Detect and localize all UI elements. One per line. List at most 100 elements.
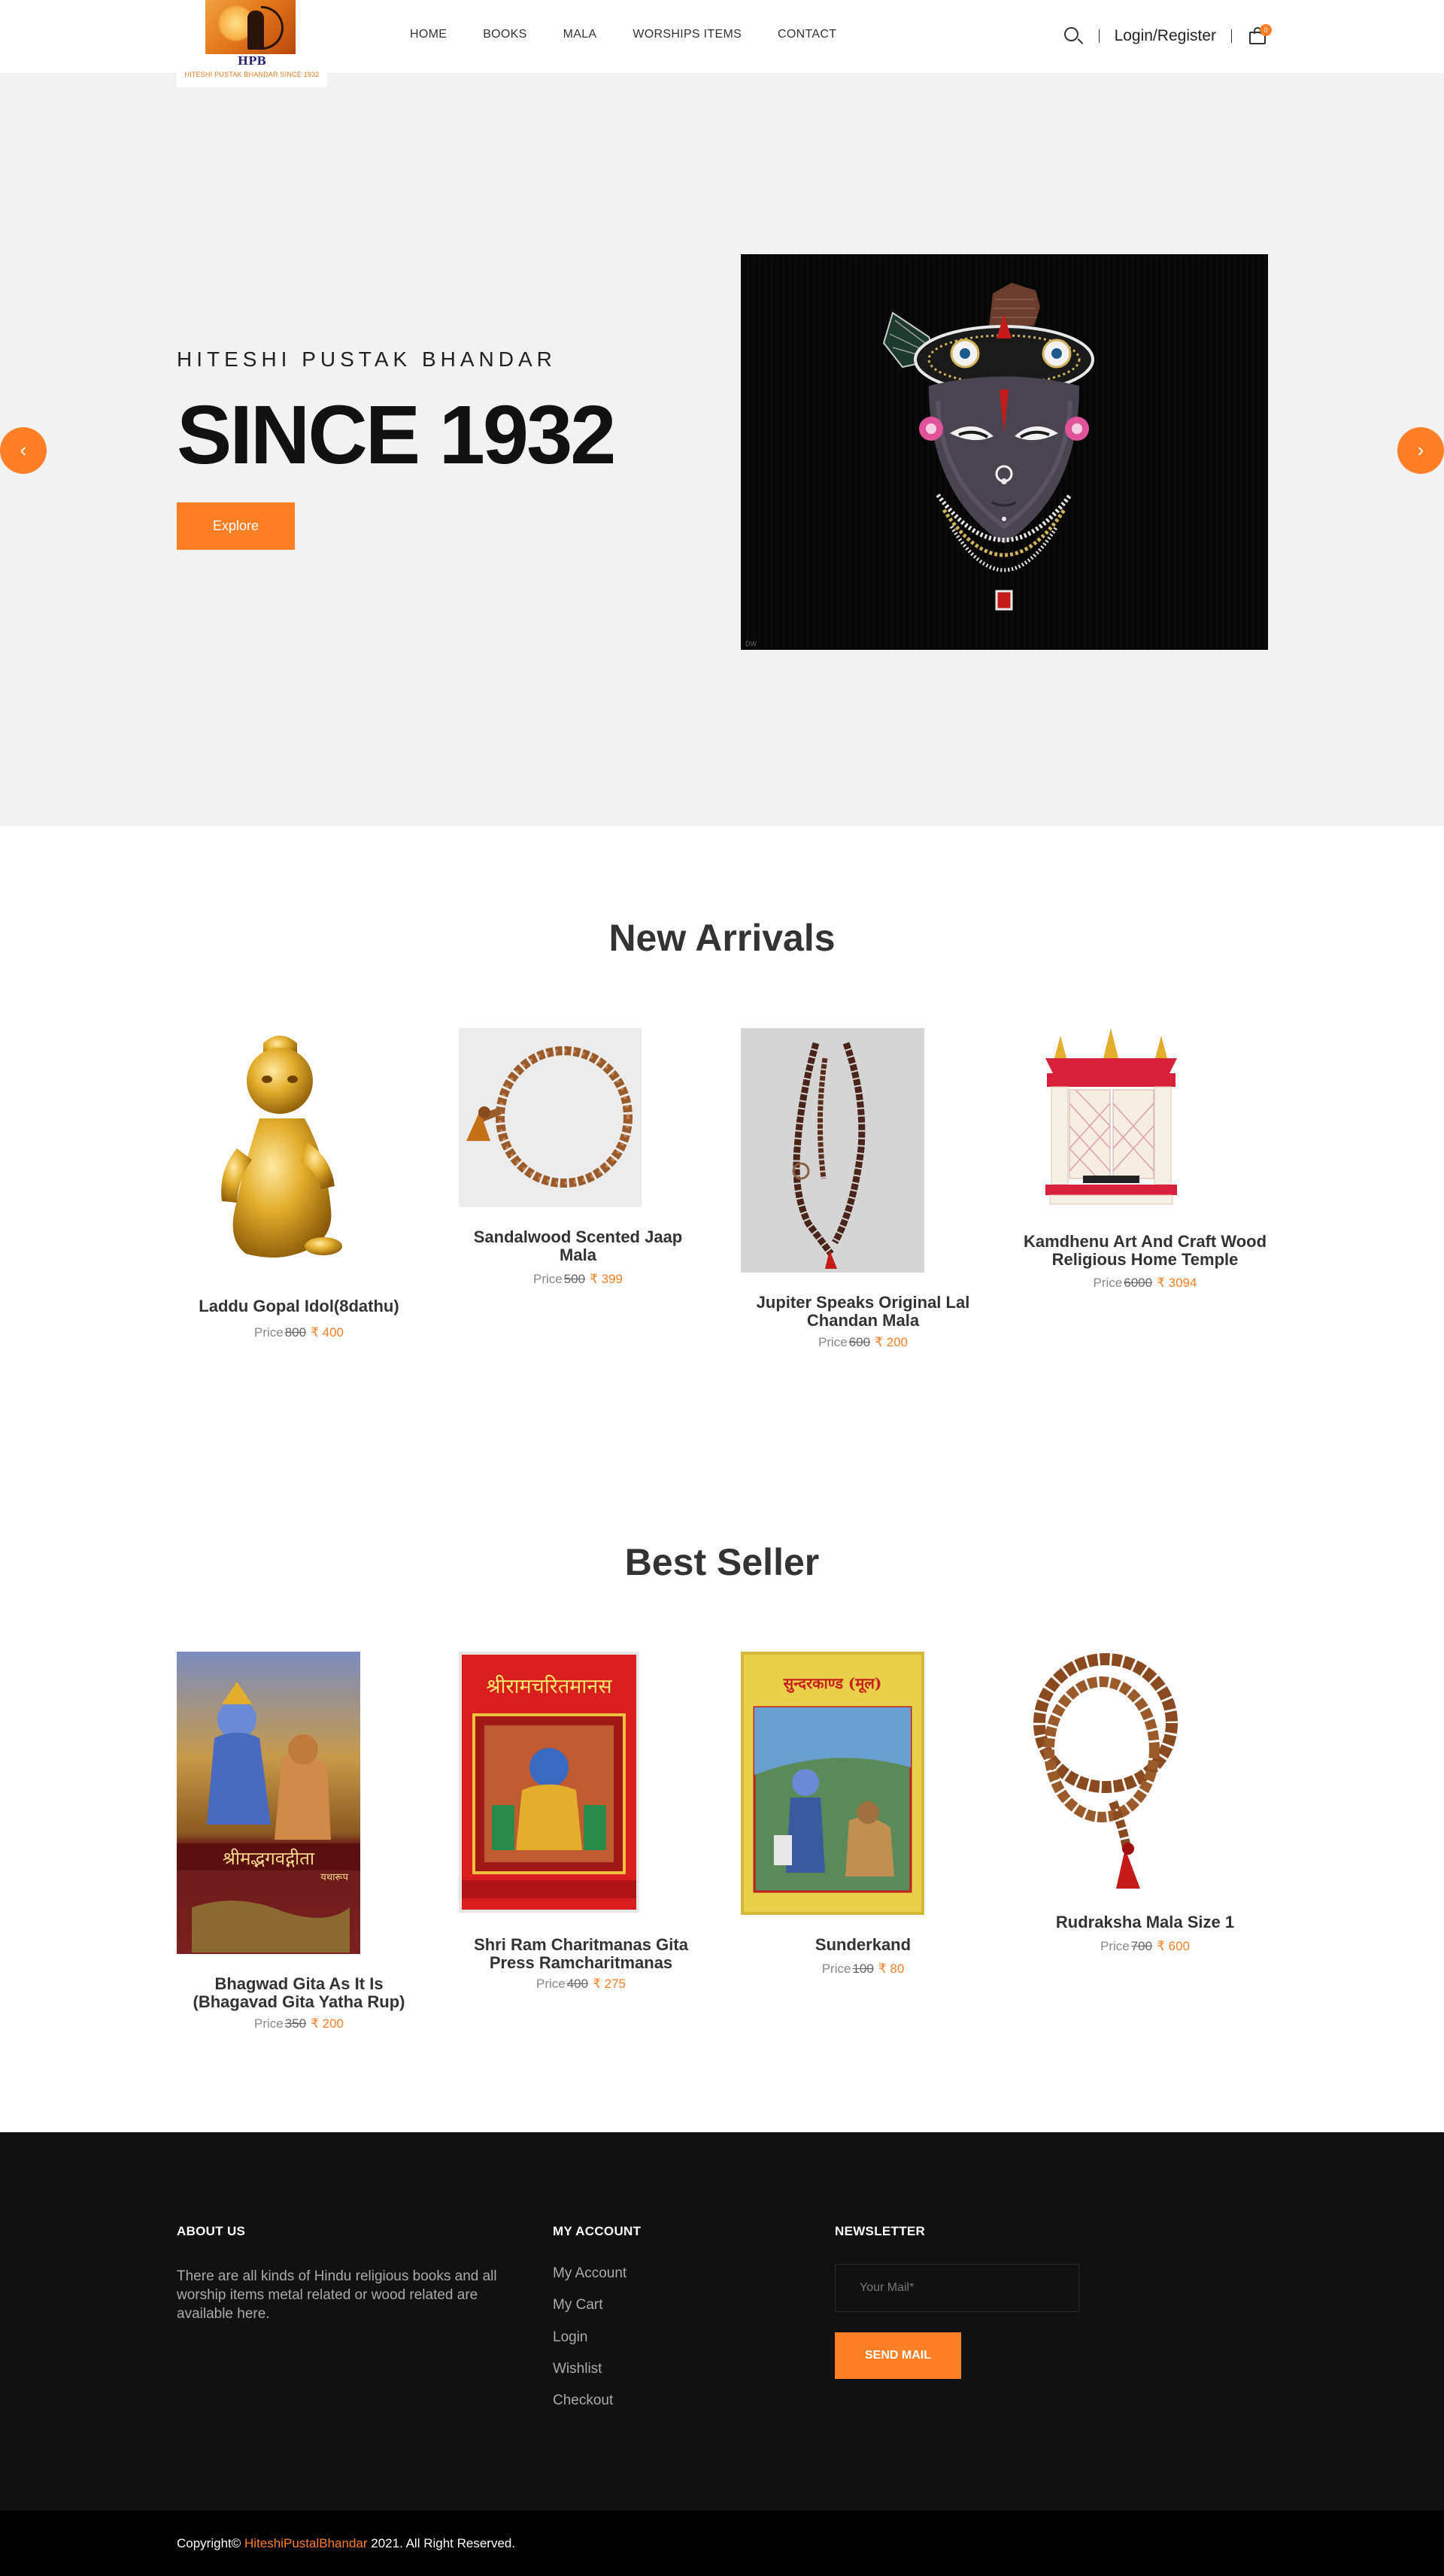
nav-home[interactable]: HOME <box>410 28 447 41</box>
book-subtitle: यथारूप <box>320 1872 348 1883</box>
copyright-brand-link[interactable]: HiteshiPustalBhandar <box>244 2536 367 2550</box>
logo-image <box>205 0 296 54</box>
nav-worships-items[interactable]: WORSHIPS ITEMS <box>633 28 742 41</box>
price-label: Price <box>1093 1276 1123 1290</box>
product-name[interactable]: Jupiter Speaks Original Lal Chandan Mala <box>741 1294 985 1330</box>
product-image[interactable]: श्रीरामचरितमानस <box>459 1652 639 1913</box>
product-image[interactable] <box>741 1028 924 1273</box>
footer-about-text: There are all kinds of Hindu religious b… <box>177 2268 497 2322</box>
product-price: Price 100 ₹ 80 <box>741 1962 985 1977</box>
product-image[interactable]: सुन्दरकाण्ड (मूल) <box>741 1652 924 1915</box>
product-price: Price 500 ₹ 399 <box>456 1272 700 1287</box>
section-title-new-arrivals: New Arrivals <box>608 917 836 959</box>
nav-mala[interactable]: MALA <box>563 28 597 41</box>
old-price: 400 <box>566 1977 589 1991</box>
send-mail-button[interactable]: SEND MAIL <box>835 2332 961 2379</box>
product-price: Price 350 ₹ 200 <box>177 2016 421 2031</box>
product-price: Price 700 ₹ 600 <box>1023 1939 1267 1954</box>
book-title: सुन्दरकाण्ड (मूल) <box>783 1674 882 1692</box>
hero-image: DW <box>741 254 1268 650</box>
old-price: 600 <box>848 1335 871 1349</box>
footer-link-my-cart[interactable]: My Cart <box>553 2297 603 2314</box>
nav-contact[interactable]: CONTACT <box>778 28 836 41</box>
price-label: Price <box>818 1335 848 1349</box>
product-image[interactable] <box>1023 1652 1196 1892</box>
product-name[interactable]: Sunderkand <box>741 1936 985 1954</box>
product-image[interactable]: श्रीमद्भगवद्गीता यथारूप <box>177 1652 360 1954</box>
footer-link-wishlist[interactable]: Wishlist <box>553 2361 602 2377</box>
product-card[interactable]: Rudraksha Mala Size 1 Price 700 ₹ 600 <box>1023 1652 1267 1968</box>
product-name[interactable]: Shri Ram Charitmanas Gita Press Ramchari… <box>459 1936 703 1972</box>
new-price: ₹ 275 <box>593 1977 626 1991</box>
product-card[interactable]: Sandalwood Scented Jaap Mala Price 500 ₹ 3… <box>456 1028 703 1286</box>
product-name[interactable]: Rudraksha Mala Size 1 <box>1023 1913 1267 1931</box>
footer-link-checkout[interactable]: Checkout <box>553 2392 613 2409</box>
footer-link-my-account[interactable]: My Account <box>553 2265 626 2282</box>
footer-newsletter-heading: NEWSLETTER <box>835 2224 926 2238</box>
footer-about-heading: ABOUT US <box>177 2224 246 2238</box>
new-price: ₹ 200 <box>311 2016 344 2031</box>
login-register-link[interactable]: Login/Register <box>1115 27 1216 45</box>
logo[interactable]: HPB HITESHI PUSTAK BHANDAR SINCE 1932 <box>177 0 327 87</box>
image-watermark: DW <box>745 640 757 648</box>
book-title: श्रीमद्भगवद्गीता <box>222 1848 315 1869</box>
product-name[interactable]: Laddu Gopal Idol(8dathu) <box>177 1297 421 1315</box>
divider <box>1231 29 1232 43</box>
new-price: ₹ 80 <box>878 1962 905 1976</box>
product-card[interactable]: Laddu Gopal Idol(8dathu) Price 800 ₹ 400 <box>177 1028 421 1352</box>
newsletter-email-input[interactable] <box>835 2264 1079 2312</box>
product-image[interactable] <box>192 1028 369 1273</box>
cart-count-badge: 0 <box>1260 24 1272 36</box>
new-price: ₹ 200 <box>875 1335 908 1349</box>
section-title-best-seller: Best Seller <box>624 1541 820 1583</box>
product-price: Price 400 ₹ 275 <box>459 1977 703 1992</box>
explore-button[interactable]: Explore <box>177 502 295 550</box>
product-image[interactable] <box>1030 1028 1192 1212</box>
book-title: श्रीरामचरितमानस <box>486 1675 612 1698</box>
product-name[interactable]: Sandalwood Scented Jaap Mala <box>456 1228 700 1264</box>
copyright-bar: Copyright© HiteshiPustalBhandar 2021. Al… <box>0 2511 1444 2576</box>
product-card[interactable]: श्रीमद्भगवद्गीता यथारूप Bhagwad Gita As … <box>177 1652 421 2043</box>
new-price: ₹ 600 <box>1157 1939 1190 1953</box>
divider <box>1098 29 1100 43</box>
copyright-prefix: Copyright© <box>177 2536 241 2550</box>
logo-tagline: HITESHI PUSTAK BHANDAR SINCE 1932 <box>184 71 320 78</box>
old-price: 700 <box>1130 1939 1153 1953</box>
product-image[interactable] <box>459 1028 642 1207</box>
nav-books[interactable]: BOOKS <box>483 28 526 41</box>
slider-prev-arrow[interactable]: ‹ <box>0 427 47 474</box>
price-label: Price <box>821 1962 851 1976</box>
new-price: ₹ 399 <box>590 1272 623 1286</box>
product-name[interactable]: Kamdhenu Art And Craft Wood Religious Ho… <box>1023 1233 1267 1269</box>
new-price: ₹ 3094 <box>1157 1276 1197 1290</box>
product-name[interactable]: Bhagwad Gita As It Is (Bhagavad Gita Yat… <box>177 1975 421 2011</box>
cart-icon[interactable]: 0 <box>1247 24 1272 47</box>
product-card[interactable]: Kamdhenu Art And Craft Wood Religious Ho… <box>1023 1028 1267 1299</box>
hero-slider: HITESHI PUSTAK BHANDAR SINCE 1932 Explor… <box>0 74 1444 826</box>
old-price: 350 <box>284 2016 307 2031</box>
product-card[interactable]: Jupiter Speaks Original Lal Chandan Mala… <box>741 1028 985 1359</box>
header-actions: Login/Register 0 <box>1063 23 1272 50</box>
main-nav: HOME BOOKS MALA WORSHIPS ITEMS CONTACT <box>410 28 872 41</box>
product-card[interactable]: श्रीरामचरितमानस Shri Ram Charitmanas Git… <box>459 1652 703 2005</box>
price-label: Price <box>532 1272 563 1286</box>
footer-link-login[interactable]: Login <box>553 2329 588 2346</box>
search-icon[interactable] <box>1063 26 1084 47</box>
old-price: 6000 <box>1124 1276 1153 1290</box>
site-footer: ABOUT US There are all kinds of Hindu re… <box>0 2132 1444 2511</box>
product-price: Price 600 ₹ 200 <box>741 1335 985 1350</box>
price-label: Price <box>535 1977 566 1991</box>
hero-title: SINCE 1932 <box>177 389 616 481</box>
price-label: Price <box>1100 1939 1130 1953</box>
product-card[interactable]: सुन्दरकाण्ड (मूल) Sunderkand Price 100 ₹ 8… <box>741 1652 985 1983</box>
slider-next-arrow[interactable]: › <box>1397 427 1444 474</box>
product-price: Price 6000 ₹ 3094 <box>1023 1276 1267 1291</box>
old-price: 800 <box>284 1325 307 1340</box>
old-price: 100 <box>852 1962 874 1976</box>
price-label: Price <box>253 1325 284 1340</box>
hero-eyebrow: HITESHI PUSTAK BHANDAR <box>177 347 557 371</box>
product-price: Price 800 ₹ 400 <box>177 1325 421 1340</box>
footer-account-heading: MY ACCOUNT <box>553 2224 642 2238</box>
logo-text: HPB <box>237 54 267 68</box>
price-label: Price <box>253 2016 284 2031</box>
